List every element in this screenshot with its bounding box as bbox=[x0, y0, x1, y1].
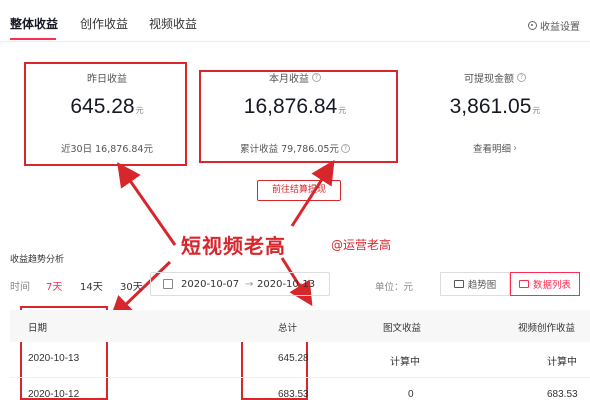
annotation-arrow bbox=[117, 162, 177, 246]
cell-video-earnings: 计算中 bbox=[547, 357, 577, 368]
data-list-button[interactable]: 数据列表 bbox=[510, 272, 580, 296]
annotation-handle-text: @运营老高 bbox=[331, 238, 392, 252]
range-30d[interactable]: 30天 bbox=[120, 278, 143, 293]
column-header-video-earnings: 视频创作收益 bbox=[518, 323, 576, 334]
card-unit: 元 bbox=[532, 106, 541, 115]
earnings-settings-link[interactable]: 收益设置 bbox=[528, 18, 580, 33]
date-end: 2020-10-13 bbox=[257, 279, 316, 290]
column-header-date: 日期 bbox=[28, 323, 48, 334]
column-header-article-earnings: 图文收益 bbox=[383, 323, 422, 334]
help-icon[interactable]: ? bbox=[517, 73, 526, 82]
annotation-box bbox=[199, 70, 398, 163]
tab-overall-earnings[interactable]: 整体收益 bbox=[10, 15, 58, 32]
withdrawable-card: 可提现金额? 3,861.05元 查看明细 › bbox=[425, 70, 565, 155]
gear-icon bbox=[528, 21, 537, 30]
time-label: 时间 bbox=[10, 282, 30, 293]
settings-label: 收益设置 bbox=[540, 22, 580, 33]
chevron-right-icon: › bbox=[513, 142, 517, 154]
annotation-box bbox=[24, 62, 187, 166]
view-details-label: 查看明细 bbox=[472, 144, 511, 155]
card-value: 3,861.05 bbox=[449, 95, 532, 118]
date-separator: → bbox=[245, 279, 254, 290]
range-14d[interactable]: 14天 bbox=[80, 278, 103, 293]
cell-total: 645.28 bbox=[278, 353, 309, 364]
table-row: 2020-10-12 683.53 0 683.53 bbox=[10, 378, 590, 400]
withdraw-settlement-button[interactable]: 前往结算提现 bbox=[257, 180, 341, 201]
tab-bar: 整体收益 创作收益 视频收益 收益设置 bbox=[0, 0, 590, 42]
cell-article-earnings: 计算中 bbox=[390, 357, 420, 368]
column-header-total: 总计 bbox=[278, 323, 298, 334]
calendar-icon bbox=[163, 279, 173, 289]
date-start: 2020-10-07 bbox=[181, 279, 240, 290]
cell-date: 2020-10-12 bbox=[28, 389, 80, 400]
trend-chart-button[interactable]: 趋势图 bbox=[440, 272, 510, 296]
annotation-main-text: 短视频老高 bbox=[181, 234, 286, 258]
tab-video-earnings[interactable]: 视频收益 bbox=[149, 15, 197, 32]
trend-section-title: 收益趋势分析 bbox=[10, 255, 65, 265]
table-header: 日期 总计 图文收益 视频创作收益 bbox=[10, 310, 590, 342]
date-range-picker[interactable]: 2020-10-07 → 2020-10-13 bbox=[150, 272, 330, 296]
view-details-link[interactable]: 查看明细 › bbox=[425, 141, 565, 156]
cell-total: 683.53 bbox=[278, 389, 309, 400]
cell-date: 2020-10-13 bbox=[28, 353, 80, 364]
trend-chart-icon bbox=[453, 280, 464, 288]
data-list-icon bbox=[518, 280, 529, 288]
cell-video-earnings: 683.53 bbox=[547, 389, 578, 400]
card-title: 可提现金额 bbox=[464, 74, 514, 85]
trend-chart-label: 趋势图 bbox=[467, 280, 497, 291]
tab-creation-earnings[interactable]: 创作收益 bbox=[80, 15, 128, 32]
range-7d[interactable]: 7天 bbox=[46, 278, 62, 293]
unit-label: 单位：元 bbox=[375, 282, 414, 293]
cell-article-earnings: 0 bbox=[408, 389, 414, 400]
table-row: 2020-10-13 645.28 计算中 计算中 bbox=[10, 342, 590, 378]
data-list-label: 数据列表 bbox=[532, 280, 571, 291]
active-tab-indicator bbox=[10, 38, 56, 40]
